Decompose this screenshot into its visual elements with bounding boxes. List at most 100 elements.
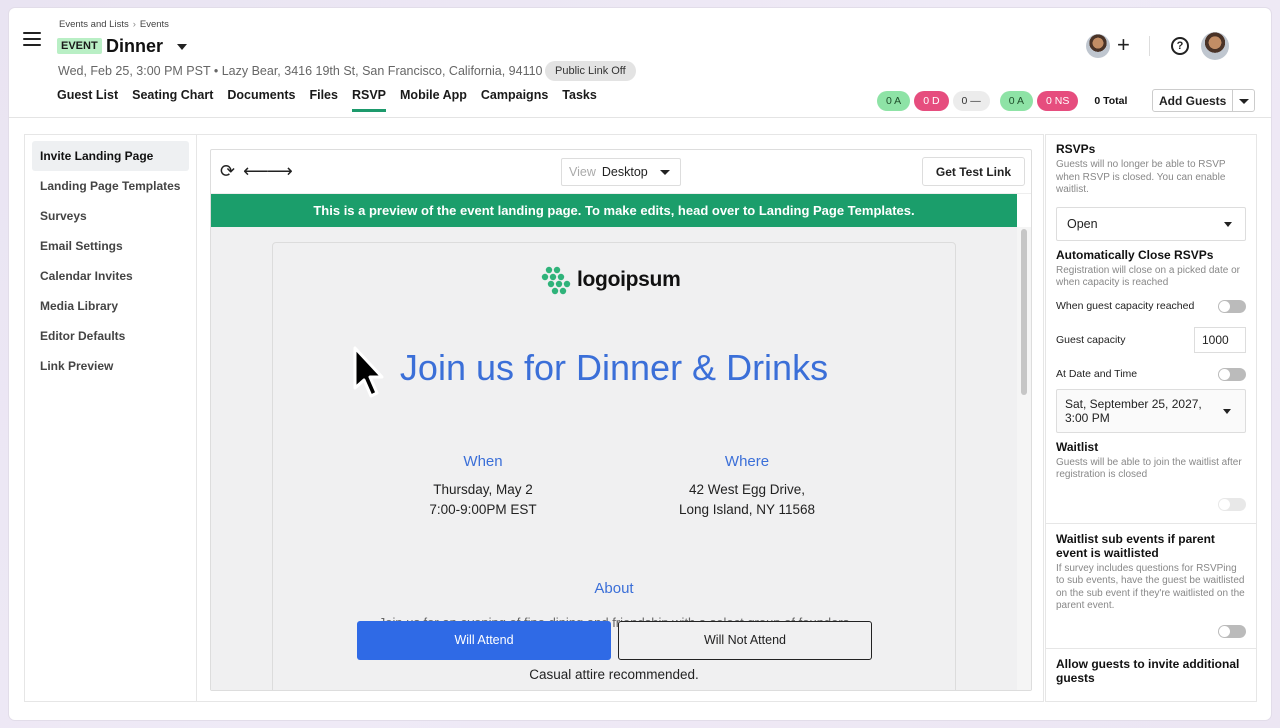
arrived-count-pill[interactable]: 0 A [999, 91, 1033, 111]
attire-note: Casual attire recommended. [529, 667, 699, 682]
preview-panel: ⟳ ⟵ ⟶ View Desktop Get Test Link This is … [196, 134, 1044, 702]
tab-files[interactable]: Files [309, 88, 338, 112]
mouse-pointer-icon [353, 346, 384, 398]
when-title: When [463, 453, 503, 470]
refresh-icon[interactable]: ⟳ [220, 161, 235, 181]
sub-events-title: Waitlist sub events if parent event is w… [1056, 531, 1215, 560]
help-icon[interactable]: ? [1171, 37, 1189, 55]
no-show-count-pill[interactable]: 0 NS [1036, 91, 1079, 111]
declined-count-pill[interactable]: 0 D [914, 91, 949, 111]
event-header: Events and Lists › Events EVENT Dinner Wed… [9, 8, 1271, 118]
waitlist-toggle[interactable] [1218, 497, 1246, 511]
chevron-down-icon [1224, 221, 1232, 227]
rsvp-sidebar: Invite Landing Page Landing Page Templat… [24, 134, 196, 702]
invite-guests-title: Allow guests to invite additional guests [1056, 656, 1240, 685]
add-guests-dropdown-icon[interactable] [1232, 90, 1254, 111]
sidebar-item-calendar-invites[interactable]: Calendar Invites [32, 261, 189, 291]
preview-toolbar: ⟳ ⟵ ⟶ View Desktop Get Test Link [211, 150, 1031, 194]
date-toggle[interactable] [1218, 367, 1246, 381]
auto-close-section: Automatically Close RSVPs Registration w… [1046, 241, 1256, 433]
sidebar-item-media-library[interactable]: Media Library [32, 291, 189, 321]
tab-rsvp[interactable]: RSVP [351, 88, 387, 112]
add-guests-label[interactable]: Add Guests [1153, 90, 1232, 111]
capacity-toggle-label: When guest capacity reached [1056, 300, 1195, 312]
collaborator-avatar[interactable] [1086, 34, 1110, 58]
add-collaborator-button[interactable]: + [1117, 34, 1130, 56]
rsvps-description: Guests will no longer be able to RSVP wh… [1056, 159, 1226, 195]
event-type-badge: EVENT [57, 38, 102, 54]
user-avatar[interactable] [1201, 32, 1229, 60]
event-meta: Wed, Feb 25, 3:00 PM PST • Lazy Bear, 34… [58, 64, 543, 78]
tab-mobile-app[interactable]: Mobile App [400, 88, 467, 112]
attending-count-pill[interactable]: 0 A [877, 91, 911, 111]
where-title: Where [724, 453, 770, 470]
page-title: Dinner [106, 36, 164, 56]
when-date: Thursday, May 2 [433, 482, 533, 497]
forward-arrow-icon[interactable]: ⟶ [267, 161, 293, 181]
title-dropdown-icon[interactable] [177, 44, 187, 50]
about-title: About [594, 580, 634, 597]
capacity-toggle[interactable] [1218, 299, 1246, 313]
preview-scrollbar[interactable] [1017, 227, 1031, 690]
invite-guests-section: Allow guests to invite additional guests [1046, 649, 1256, 685]
capacity-toggle-row: When guest capacity reached [1056, 299, 1246, 313]
tab-documents[interactable]: Documents [227, 88, 295, 112]
tab-seating-chart[interactable]: Seating Chart [132, 88, 213, 112]
sidebar-item-invite-landing-page[interactable]: Invite Landing Page [32, 141, 189, 171]
menu-icon[interactable] [23, 32, 41, 46]
guest-capacity-input[interactable]: 1000 [1194, 326, 1246, 353]
back-arrow-icon[interactable]: ⟵ [243, 161, 269, 181]
add-guests-button[interactable]: Add Guests [1152, 89, 1256, 112]
scrollbar-thumb[interactable] [1021, 229, 1027, 395]
sub-events-toggle[interactable] [1218, 624, 1246, 638]
when-time: 7:00-9:00PM EST [429, 502, 537, 517]
close-date-line2: 3:00 PM [1065, 410, 1110, 425]
chevron-down-icon [1223, 408, 1231, 414]
close-date-line1: Sat, September 25, 2027, [1065, 396, 1202, 411]
auto-close-description: Registration will close on a picked date… [1056, 264, 1240, 289]
when-section: When Thursday, May 2 7:00-9:00PM EST [383, 453, 583, 520]
public-link-status-badge[interactable]: Public Link Off [545, 61, 636, 81]
preview-scroll-area[interactable]: logoipsum Join us for Dinner & Drinks Wh… [211, 227, 1017, 690]
preview-notice-banner: This is a preview of the event landing p… [211, 194, 1017, 227]
date-toggle-label: At Date and Time [1056, 368, 1138, 380]
sidebar-item-editor-defaults[interactable]: Editor Defaults [32, 321, 189, 351]
breadcrumb-events[interactable]: Events [140, 19, 169, 30]
event-tabs: Guest List Seating Chart Documents Files… [57, 88, 597, 112]
logo-text: logoipsum [577, 268, 681, 291]
where-address-line1: 42 West Egg Drive, [688, 482, 806, 497]
rsvps-title: RSVPs [1056, 142, 1096, 156]
total-count: 0 Total [1094, 95, 1128, 107]
header-divider [1149, 36, 1150, 56]
landing-page-card: logoipsum Join us for Dinner & Drinks Wh… [272, 242, 956, 690]
will-attend-button[interactable]: Will Attend [357, 621, 611, 660]
auto-close-title: Automatically Close RSVPs [1056, 247, 1214, 262]
landing-page-preview: ⟳ ⟵ ⟶ View Desktop Get Test Link This is … [210, 149, 1032, 691]
sub-events-toggle-row [1056, 624, 1246, 638]
view-label: View [569, 165, 596, 179]
sidebar-item-link-preview[interactable]: Link Preview [32, 351, 189, 381]
waitlist-toggle-row [1056, 497, 1246, 511]
where-section: Where 42 West Egg Drive, Long Island, NY… [647, 453, 847, 520]
view-value: Desktop [601, 165, 648, 179]
tab-guest-list[interactable]: Guest List [57, 88, 118, 112]
will-not-attend-button[interactable]: Will Not Attend [618, 621, 872, 660]
guest-status-counts: 0 A 0 D 0 — 0 A 0 NS 0 Total [877, 91, 1127, 111]
sidebar-item-landing-page-templates[interactable]: Landing Page Templates [32, 171, 189, 201]
breadcrumb-events-lists[interactable]: Events and Lists [59, 19, 129, 30]
guest-capacity-row: Guest capacity 1000 [1056, 326, 1246, 353]
where-address-line2: Long Island, NY 11568 [678, 502, 816, 517]
sidebar-item-surveys[interactable]: Surveys [32, 201, 189, 231]
no-response-count-pill[interactable]: 0 — [952, 91, 990, 111]
waitlist-description: Guests will be able to join the waitlist… [1056, 456, 1242, 481]
tab-tasks[interactable]: Tasks [562, 88, 597, 112]
guest-capacity-label: Guest capacity [1056, 333, 1126, 346]
waitlist-title: Waitlist [1056, 439, 1099, 454]
sidebar-item-email-settings[interactable]: Email Settings [32, 231, 189, 261]
tab-campaigns[interactable]: Campaigns [481, 88, 548, 112]
close-date-select[interactable]: Sat, September 25, 2027, 3:00 PM [1056, 388, 1246, 433]
view-mode-select[interactable]: View Desktop [561, 158, 681, 186]
chevron-down-icon [660, 170, 670, 175]
rsvp-status-select[interactable]: Open [1056, 206, 1246, 241]
get-test-link-button[interactable]: Get Test Link [921, 157, 1025, 186]
